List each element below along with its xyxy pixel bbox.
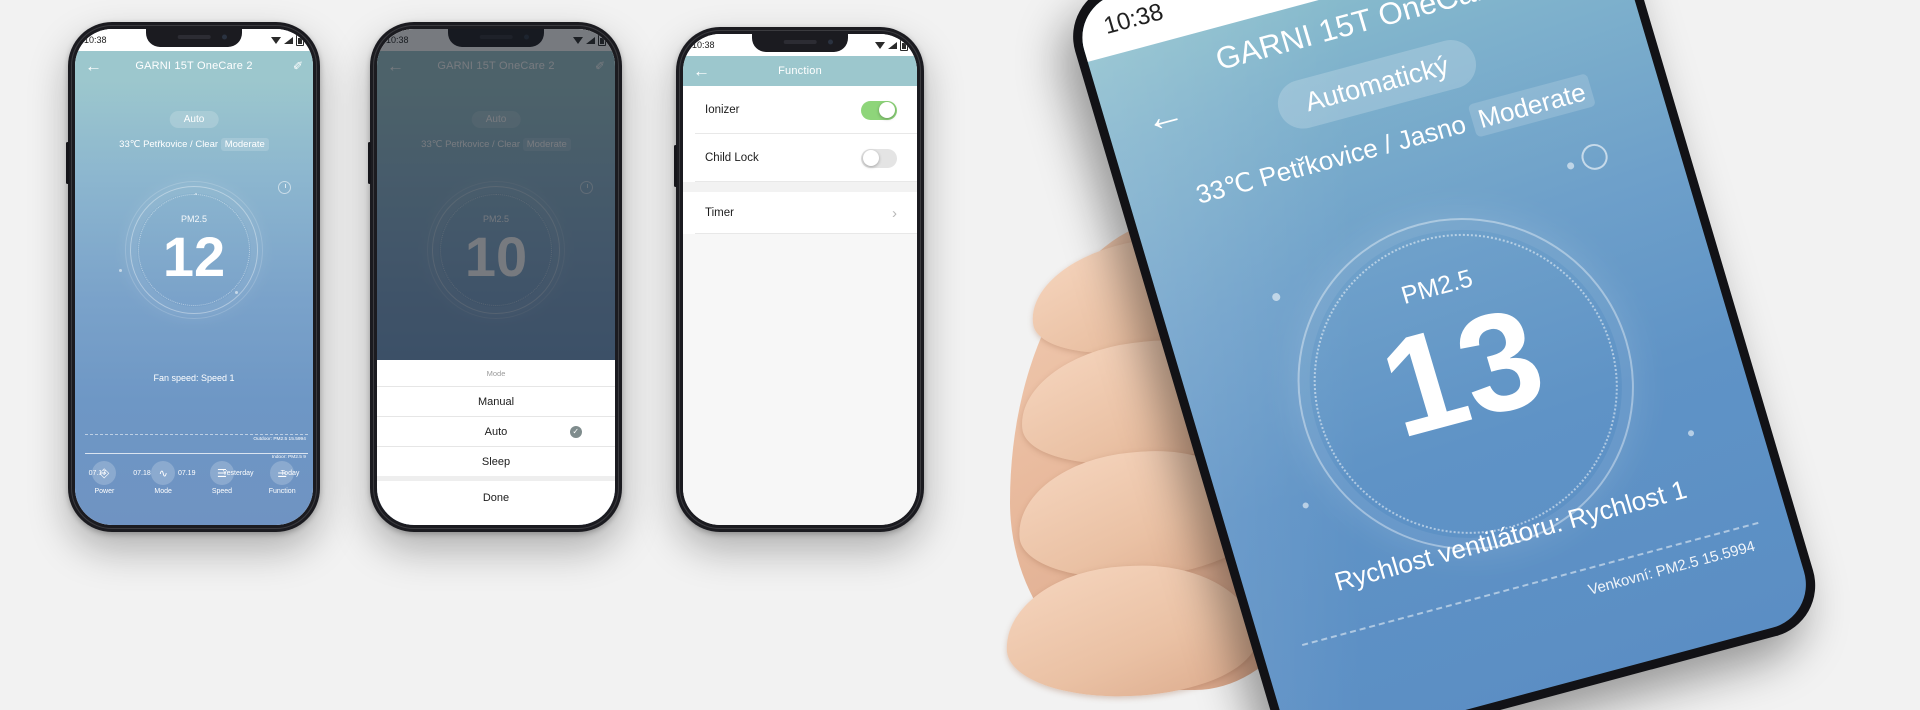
ionizer-toggle[interactable] <box>861 100 897 120</box>
back-icon[interactable]: ← <box>693 63 710 80</box>
battery-icon <box>900 39 908 51</box>
air-quality-badge: Moderate <box>220 138 269 151</box>
back-icon[interactable]: ← <box>85 58 102 75</box>
edit-icon[interactable]: ✐ <box>293 60 303 72</box>
earpiece-speaker <box>783 40 817 45</box>
weather-temp: 33℃ <box>119 139 141 150</box>
nav-label: Function <box>268 488 296 495</box>
screenshot-stage: 10:38 ← GARNI 15T OneCare 2 ✐ Auto 33℃ P… <box>0 0 1920 710</box>
sheet-option-sleep[interactable]: Sleep <box>377 447 615 476</box>
weather-location: Petřkovice / Clear <box>143 139 219 150</box>
list-gap <box>683 182 917 192</box>
function-row-child-lock[interactable]: Child Lock <box>683 134 917 182</box>
phone-1-screen: 10:38 ← GARNI 15T OneCare 2 ✐ Auto 33℃ P… <box>75 29 313 525</box>
page-title: Function <box>778 65 822 77</box>
nav-speed[interactable]: ☰ Speed <box>209 461 234 495</box>
chevron-right-icon: › <box>892 204 897 222</box>
signal-icon <box>888 41 897 49</box>
power-icon[interactable]: ⎆ <box>92 461 117 485</box>
nav-label: Power <box>94 488 115 495</box>
sheet-option-manual[interactable]: Manual <box>377 387 615 417</box>
weather-temp: 33℃ <box>1192 165 1258 210</box>
toggle-knob <box>863 150 879 166</box>
phone-1-volume-button <box>66 142 69 184</box>
back-icon[interactable]: ← <box>1139 90 1190 143</box>
mode-action-sheet: Mode Manual Auto ✓ Sleep Done <box>377 360 615 525</box>
wifi-icon <box>875 41 885 49</box>
battery-icon <box>296 34 304 46</box>
nav-mode[interactable]: ∿ Mode <box>151 461 176 495</box>
status-time: 10:38 <box>84 35 107 45</box>
phone-3: 10:38 ← Function Ionizer Child Lock Time… <box>674 27 924 532</box>
row-separator <box>694 233 917 234</box>
weather-line: 33℃ Petřkovice / Clear Moderate <box>75 138 313 151</box>
function-list: Ionizer Child Lock Timer › <box>683 86 917 234</box>
row-label: Child Lock <box>705 152 759 164</box>
phone-4-scene: 10:38 ← ✐ GARNI 15T OneCare Automatický … <box>1000 0 1920 710</box>
status-icons <box>271 34 304 46</box>
sheet-option-auto[interactable]: Auto ✓ <box>377 417 615 447</box>
fan-speed-text: Fan speed: Speed 1 <box>153 373 235 383</box>
phone-1-appbar: ← GARNI 15T OneCare 2 ✐ <box>75 51 313 81</box>
phone-3-appbar: ← Function <box>683 56 917 86</box>
sheet-done-button[interactable]: Done <box>377 476 615 515</box>
row-label: Ionizer <box>705 104 740 116</box>
phone-1: 10:38 ← GARNI 15T OneCare 2 ✐ Auto 33℃ P… <box>66 22 320 532</box>
nav-power[interactable]: ⎆ Power <box>92 461 117 495</box>
alarm-icon[interactable] <box>1578 141 1611 173</box>
row-separator <box>694 181 917 182</box>
particle-dot <box>1566 161 1576 171</box>
phone-1-air-panel: Auto 33℃ Petřkovice / Clear Moderate PM2… <box>75 81 313 525</box>
particle-dot <box>195 193 197 195</box>
phone-2-screen: 10:38 ← GARNI 15T OneCare 2 ✐ Auto 33℃ P… <box>377 29 615 525</box>
particle-dot <box>119 269 122 272</box>
nav-label: Mode <box>154 488 172 495</box>
air-quality-badge: Moderate <box>1467 73 1597 138</box>
signal-icon <box>284 36 293 44</box>
phone-3-volume-button <box>674 145 677 187</box>
status-time: 10:38 <box>692 40 715 50</box>
option-label: Manual <box>477 395 515 408</box>
phone-1-bottom-nav: ⎆ Power ∿ Mode ☰ Speed ⚌ Function <box>75 451 313 525</box>
phone-2: 10:38 ← GARNI 15T OneCare 2 ✐ Auto 33℃ P… <box>368 22 622 532</box>
check-icon: ✓ <box>569 425 582 438</box>
outdoor-line <box>84 434 309 435</box>
front-camera <box>827 39 833 45</box>
status-time: 10:38 <box>1100 0 1167 40</box>
child-lock-toggle[interactable] <box>861 148 897 168</box>
phone-3-notch <box>752 34 848 52</box>
page-title: GARNI 15T OneCare 2 <box>135 60 253 72</box>
pm-value: 12 <box>162 225 226 288</box>
option-label: Auto <box>484 425 508 438</box>
nav-function[interactable]: ⚌ Function <box>269 461 296 495</box>
function-row-timer[interactable]: Timer › <box>683 192 917 234</box>
mode-icon[interactable]: ∿ <box>151 461 176 485</box>
particle-dot <box>1687 429 1695 437</box>
pm-label: PM2.5 <box>180 214 207 224</box>
sheet-header: Mode <box>377 360 615 387</box>
particle-dot <box>1271 292 1282 302</box>
front-camera <box>221 34 227 40</box>
wifi-icon <box>271 36 281 44</box>
phone-2-volume-button <box>368 142 371 184</box>
phone-1-notch <box>146 29 242 47</box>
phone-3-screen: 10:38 ← Function Ionizer Child Lock Time… <box>683 34 917 525</box>
function-icon[interactable]: ⚌ <box>270 461 295 485</box>
speed-icon[interactable]: ☰ <box>209 461 234 485</box>
row-label: Timer <box>705 207 734 219</box>
particle-dot <box>1301 501 1310 510</box>
toggle-knob <box>879 102 895 118</box>
mode-chip[interactable]: Auto <box>169 111 219 128</box>
status-icons <box>875 39 908 51</box>
option-label: Sleep <box>481 455 511 468</box>
earpiece-speaker <box>177 35 211 40</box>
nav-label: Speed <box>211 488 233 495</box>
outdoor-label: Outdoor: PM2.5 15.5994 <box>253 437 306 442</box>
particle-dot <box>235 291 238 294</box>
alarm-icon[interactable] <box>278 181 291 194</box>
function-row-ionizer[interactable]: Ionizer <box>683 86 917 134</box>
